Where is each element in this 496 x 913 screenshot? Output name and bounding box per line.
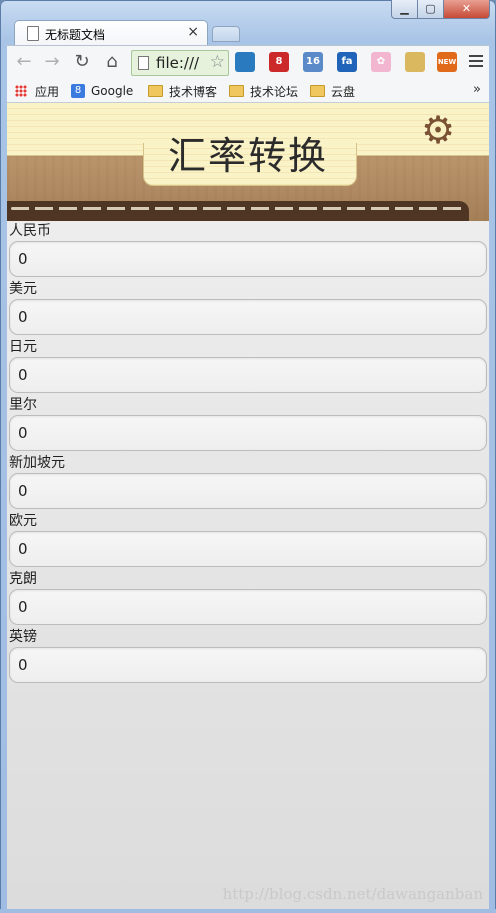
- menu-icon[interactable]: [469, 52, 483, 70]
- bookmark-star-icon[interactable]: ☆: [210, 52, 225, 72]
- minimize-button[interactable]: ▁: [391, 0, 418, 19]
- folder-icon: [310, 85, 325, 97]
- tab-close-icon[interactable]: ×: [187, 24, 199, 40]
- bookmark-label: 应用: [35, 84, 60, 99]
- browser-toolbar: ← → ↻ ⌂ file:/// ☆ 8 16 fa ✿ NEW: [7, 45, 489, 80]
- currency-input[interactable]: [9, 241, 487, 277]
- currency-label: 英镑: [9, 629, 37, 645]
- close-window-button[interactable]: ✕: [444, 0, 490, 19]
- bookmark-tech-blog[interactable]: 技术博客: [148, 83, 217, 99]
- bookmark-google[interactable]: 8 Google: [71, 83, 133, 99]
- currency-input[interactable]: [9, 531, 487, 567]
- bookmark-apps[interactable]: 应用: [15, 83, 59, 99]
- window-frame-bottom: [0, 909, 496, 913]
- currency-label: 日元: [9, 339, 37, 355]
- app-header: 汇率转换 ⚙: [7, 103, 489, 221]
- currency-input[interactable]: [9, 647, 487, 683]
- leather-stitch: [7, 201, 469, 221]
- watermark: http://blog.csdn.net/dawanganban: [222, 885, 483, 903]
- photo-ext-icon[interactable]: [235, 52, 255, 72]
- currency-label: 欧元: [9, 513, 37, 529]
- bookmark-cloud-disk[interactable]: 云盘: [310, 83, 355, 99]
- currency-input[interactable]: [9, 415, 487, 451]
- bookmark-label: 技术论坛: [250, 84, 299, 99]
- notes-ext-icon[interactable]: [405, 52, 425, 72]
- flower-ext-icon[interactable]: ✿: [371, 52, 391, 72]
- bookmark-label: 技术博客: [169, 84, 218, 99]
- apps-grid-icon: [15, 85, 27, 97]
- new-ext-icon[interactable]: NEW: [437, 52, 457, 72]
- folder-icon: [148, 85, 163, 97]
- bookmark-label: Google: [91, 84, 134, 98]
- bookmarks-bar: 应用 8 Google 技术博客 技术论坛 云盘 »: [7, 80, 489, 103]
- address-bar[interactable]: file:/// ☆: [131, 50, 229, 76]
- bookmark-tech-forum[interactable]: 技术论坛: [229, 83, 298, 99]
- address-text: file:///: [156, 54, 200, 72]
- back-arrow-icon[interactable]: ←: [13, 51, 35, 73]
- page-viewport: 汇率转换 ⚙ 人民币美元日元里尔新加坡元欧元克朗英镑 http://blog.c…: [7, 103, 489, 909]
- window-controls: ▁ ▢ ✕: [391, 0, 490, 19]
- weibo-ext-icon[interactable]: 8: [269, 52, 289, 72]
- currency-label: 克朗: [9, 571, 37, 587]
- currency-input[interactable]: [9, 473, 487, 509]
- browser-window: 无标题文档 × ▁ ▢ ✕ ← → ↻ ⌂ file:/// ☆ 8 16 fa ✿ N…: [0, 0, 496, 913]
- document-icon: [27, 26, 39, 41]
- currency-label: 人民币: [9, 223, 51, 239]
- google-icon: 8: [71, 84, 85, 98]
- folder-icon: [229, 85, 244, 97]
- currency-form: 人民币美元日元里尔新加坡元欧元克朗英镑: [7, 221, 489, 683]
- page-title: 汇率转换: [167, 134, 328, 178]
- reload-icon[interactable]: ↻: [71, 51, 93, 73]
- currency-input[interactable]: [9, 299, 487, 335]
- currency-input[interactable]: [9, 357, 487, 393]
- currency-input[interactable]: [9, 589, 487, 625]
- home-icon[interactable]: ⌂: [101, 51, 123, 73]
- page-icon: [138, 56, 149, 70]
- fa-ext-icon[interactable]: fa: [337, 52, 357, 72]
- forward-arrow-icon[interactable]: →: [41, 51, 63, 73]
- gear-icon[interactable]: ⚙: [421, 111, 455, 149]
- maximize-button[interactable]: ▢: [418, 0, 444, 19]
- bookmarks-overflow-icon[interactable]: »: [473, 82, 481, 97]
- currency-label: 里尔: [9, 397, 37, 413]
- browser-tab[interactable]: 无标题文档 ×: [14, 20, 208, 45]
- bookmark-label: 云盘: [331, 84, 356, 99]
- tab-title: 无标题文档: [45, 28, 106, 42]
- currency-label: 新加坡元: [9, 455, 65, 471]
- currency-label: 美元: [9, 281, 37, 297]
- new-tab-button[interactable]: [212, 26, 240, 42]
- weather-ext-icon[interactable]: 16: [303, 52, 323, 72]
